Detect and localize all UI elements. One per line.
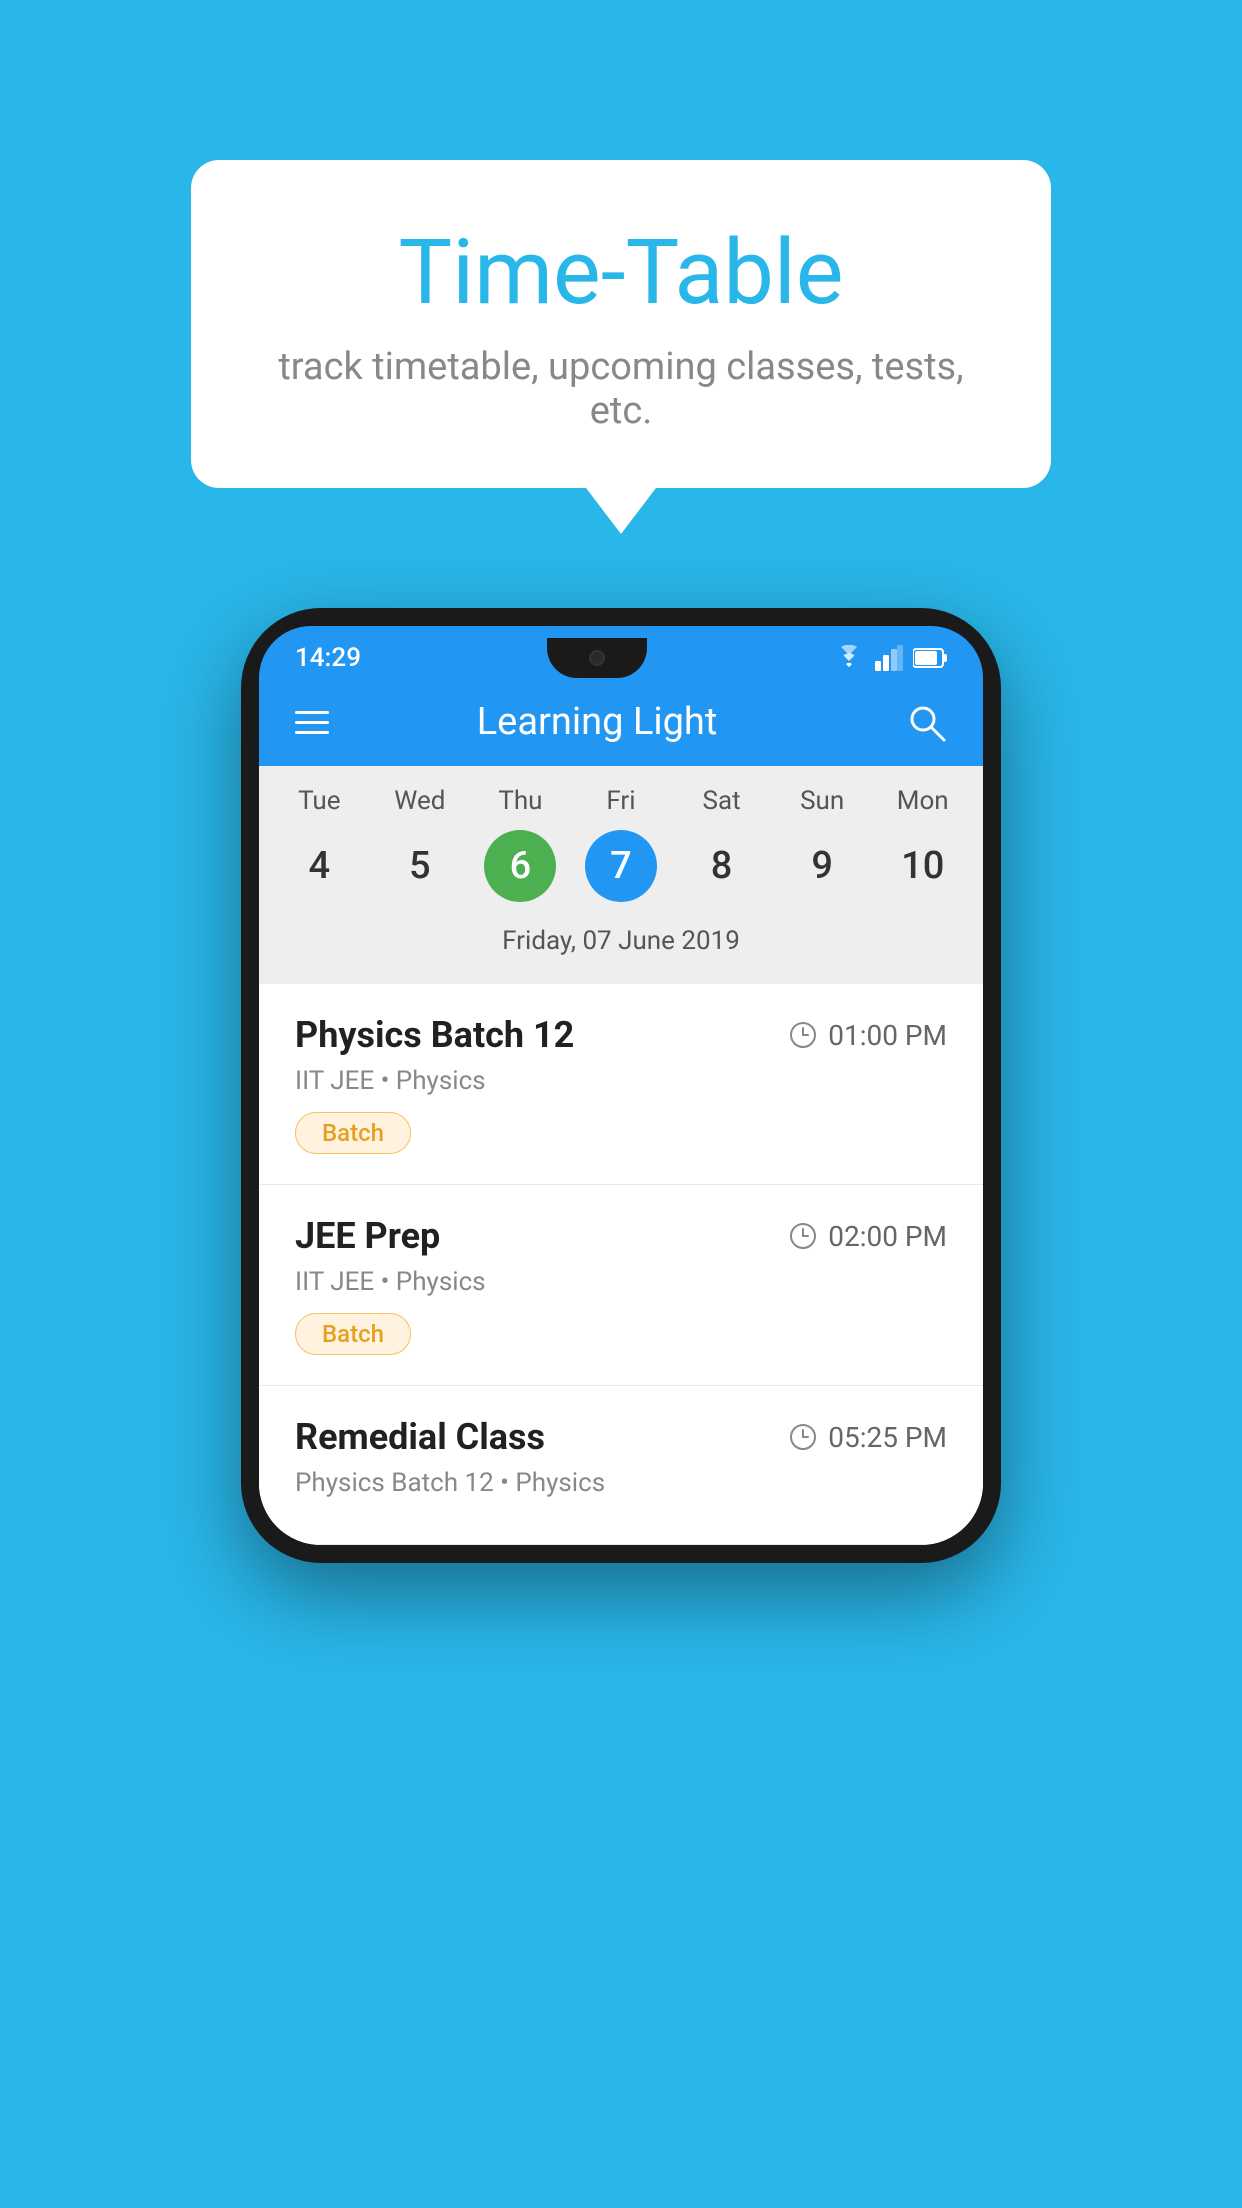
hero-subtitle: track timetable, upcoming classes, tests… — [271, 345, 971, 433]
search-icon[interactable] — [905, 701, 947, 743]
phone-frame: 14:29 — [241, 608, 1001, 1563]
hamburger-line-2 — [295, 721, 329, 724]
day-number-7[interactable]: 7 — [585, 830, 657, 902]
app-title: Learning Light — [329, 700, 865, 744]
day-header-sat: Sat — [671, 786, 772, 816]
schedule-item-header-2: Remedial Class 05:25 PM — [295, 1416, 947, 1458]
schedule-list: Physics Batch 12 01:00 PM IIT JEE • Phys… — [259, 984, 983, 1545]
schedule-time-text-0: 01:00 PM — [828, 1019, 947, 1052]
day-number-10[interactable]: 10 — [887, 830, 959, 902]
schedule-time-text-1: 02:00 PM — [828, 1220, 947, 1253]
phone-mockup: 14:29 — [241, 608, 1001, 1563]
clock-icon-0 — [788, 1020, 818, 1050]
status-time: 14:29 — [295, 643, 361, 673]
schedule-item-2[interactable]: Remedial Class 05:25 PM Physics Batch 12… — [259, 1386, 983, 1545]
notch — [547, 638, 647, 678]
day-header-mon: Mon — [872, 786, 973, 816]
app-header: Learning Light — [259, 678, 983, 766]
calendar-strip: TueWedThuFriSatSunMon 456789 10 Friday, 0… — [259, 766, 983, 984]
schedule-title-2: Remedial Class — [295, 1416, 545, 1458]
wifi-icon — [833, 645, 865, 671]
day-number-9[interactable]: 9 — [786, 830, 858, 902]
clock-icon-1 — [788, 1221, 818, 1251]
schedule-title-0: Physics Batch 12 — [295, 1014, 574, 1056]
schedule-subtitle-1: IIT JEE • Physics — [295, 1267, 947, 1297]
hero-section: Time-Table track timetable, upcoming cla… — [191, 160, 1051, 488]
day-header-sun: Sun — [772, 786, 873, 816]
day-number-5[interactable]: 5 — [384, 830, 456, 902]
day-header-wed: Wed — [370, 786, 471, 816]
clock-icon-2 — [788, 1422, 818, 1452]
schedule-title-1: JEE Prep — [295, 1215, 440, 1257]
schedule-time-0: 01:00 PM — [788, 1019, 947, 1052]
schedule-time-2: 05:25 PM — [788, 1421, 947, 1454]
schedule-item-header-0: Physics Batch 12 01:00 PM — [295, 1014, 947, 1056]
schedule-subtitle-0: IIT JEE • Physics — [295, 1066, 947, 1096]
day-header-tue: Tue — [269, 786, 370, 816]
day-number-8[interactable]: 8 — [686, 830, 758, 902]
schedule-time-text-2: 05:25 PM — [828, 1421, 947, 1454]
schedule-item-0[interactable]: Physics Batch 12 01:00 PM IIT JEE • Phys… — [259, 984, 983, 1185]
schedule-subtitle-2: Physics Batch 12 • Physics — [295, 1468, 947, 1498]
schedule-time-1: 02:00 PM — [788, 1220, 947, 1253]
day-number-6[interactable]: 6 — [484, 830, 556, 902]
batch-tag-1: Batch — [295, 1313, 411, 1355]
camera — [589, 650, 605, 666]
day-number-4[interactable]: 4 — [283, 830, 355, 902]
battery-icon — [913, 647, 947, 669]
hamburger-menu[interactable] — [295, 711, 329, 734]
status-bar: 14:29 — [259, 626, 983, 678]
day-header-thu: Thu — [470, 786, 571, 816]
batch-tag-0: Batch — [295, 1112, 411, 1154]
hamburger-line-1 — [295, 711, 329, 714]
hamburger-line-3 — [295, 731, 329, 734]
signal-icon — [875, 645, 903, 671]
phone-screen: Learning Light TueWedThuFriSatSunMon 456… — [259, 678, 983, 1545]
day-numbers: 456789 10 — [269, 830, 973, 902]
schedule-item-header-1: JEE Prep 02:00 PM — [295, 1215, 947, 1257]
hero-title: Time-Table — [271, 220, 971, 325]
status-icons — [833, 645, 947, 671]
speech-bubble: Time-Table track timetable, upcoming cla… — [191, 160, 1051, 488]
day-header-fri: Fri — [571, 786, 672, 816]
schedule-item-1[interactable]: JEE Prep 02:00 PM IIT JEE • Physics Batc… — [259, 1185, 983, 1386]
day-headers: TueWedThuFriSatSunMon — [269, 786, 973, 816]
selected-date: Friday, 07 June 2019 — [269, 916, 973, 974]
